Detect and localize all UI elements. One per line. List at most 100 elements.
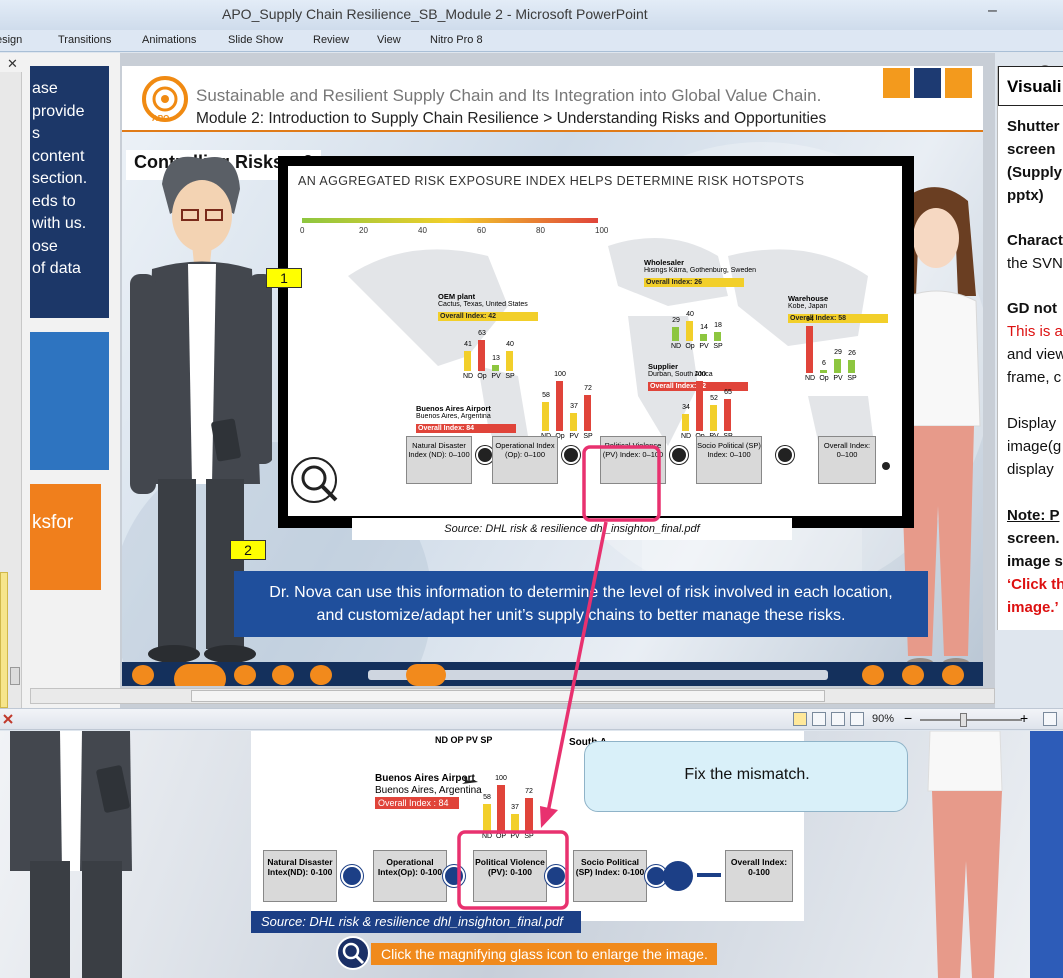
risk-bar-value: 29 <box>672 316 680 324</box>
close-pane-icon[interactable]: ✕ <box>7 56 18 72</box>
callout-text: Fix the mismatch. <box>684 766 810 783</box>
risk-bar-label: PV <box>569 433 579 440</box>
fast-forward-button[interactable] <box>310 665 332 685</box>
tab-animations[interactable]: Animations <box>142 34 196 46</box>
risk-bar-value: 40 <box>686 311 694 318</box>
risk-bar <box>848 360 855 373</box>
scale-tick-label: 80 <box>536 226 545 235</box>
review-comment-callout: Fix the mismatch. <box>584 741 908 812</box>
scrollbar-thumb[interactable] <box>0 572 8 708</box>
replay-button[interactable] <box>132 665 154 685</box>
fit-to-window-icon[interactable] <box>1043 712 1057 726</box>
zoom-slider[interactable] <box>920 719 1022 721</box>
right-edge-panel <box>1030 731 1063 978</box>
horizontal-scrollbar[interactable] <box>30 688 995 704</box>
next-button[interactable] <box>272 665 294 685</box>
note-line: image(g <box>1007 438 1062 455</box>
scale-tick-label: 40 <box>418 226 427 235</box>
zoom-out-button[interactable]: − <box>904 710 912 726</box>
reading-view-icon[interactable] <box>831 712 845 726</box>
risk-bar-value: 100 <box>694 371 706 378</box>
tab-view[interactable]: View <box>377 34 401 46</box>
note-line: pptx) <box>1007 187 1044 204</box>
magnify-glass-button[interactable] <box>336 936 370 970</box>
risk-bar <box>672 326 679 341</box>
zoom-slider-knob[interactable] <box>960 713 967 727</box>
enlarged-source: Source: DHL risk & resilience dhl_insigh… <box>251 911 581 933</box>
risk-bar-value: 58 <box>542 392 550 399</box>
zoom-level[interactable]: 90% <box>872 713 894 725</box>
male-character-lower <box>10 731 132 978</box>
risk-bar-label: PV <box>833 375 843 382</box>
risk-bar <box>682 414 689 431</box>
risk-bar <box>570 412 577 431</box>
tab-slide-show[interactable]: Slide Show <box>228 34 283 46</box>
spelling-check-icon[interactable] <box>2 713 14 725</box>
slide-thumbnail-c[interactable]: ksfor <box>30 484 101 590</box>
slideshow-view-icon[interactable] <box>850 712 864 726</box>
scale-tick-label: 0 <box>300 226 305 235</box>
play-button[interactable] <box>174 664 226 686</box>
slide-sorter-icon[interactable] <box>812 712 826 726</box>
risk-bar <box>556 381 563 431</box>
step-badge-2: 2 <box>230 540 266 560</box>
minimize-button[interactable]: – <box>988 2 997 20</box>
volume-button[interactable] <box>862 665 884 685</box>
risk-bar-value: 65 <box>724 388 732 396</box>
status-bar: 90% − + <box>0 708 1063 730</box>
airplane-icon <box>462 777 478 784</box>
tab-transitions[interactable]: Transitions <box>58 34 111 46</box>
enlarged-connector-icon <box>443 865 465 887</box>
magnifying-glass-icon <box>342 942 365 965</box>
apo-logo-icon <box>152 86 178 112</box>
thumb-line: eds to <box>32 192 76 210</box>
slide-canvas[interactable]: APO Sustainable and Resilient Supply Cha… <box>122 66 983 686</box>
risk-bar <box>806 326 813 373</box>
scrollbar-grip[interactable] <box>10 667 20 685</box>
thumb-line: s <box>32 125 40 142</box>
risk-bar-value: 13 <box>492 354 500 362</box>
player-controls <box>122 662 983 686</box>
risk-bar-value: 94 <box>806 316 814 323</box>
enlarged-bar-label: OP <box>495 833 507 840</box>
location-overall-index: Overall Index: 26 <box>644 278 744 287</box>
window-title: APO_Supply Chain Resilience_SB_Module 2 … <box>222 6 648 22</box>
enlarged-airport-index: Overall Index : 84 <box>375 797 459 809</box>
risk-bar-label: PV <box>699 343 709 350</box>
flow-box: Overall Index: 0–100 <box>818 436 876 484</box>
horizontal-scroll-thumb[interactable] <box>191 690 825 702</box>
magnifier-icon[interactable] <box>288 446 358 516</box>
note-line: (Supply <box>1007 164 1062 181</box>
header-title: Sustainable and Resilient Supply Chain a… <box>196 86 822 105</box>
risk-bar-value: 29 <box>834 348 842 356</box>
risk-bar-value: 40 <box>506 341 514 348</box>
tab-design[interactable]: esign <box>0 34 22 46</box>
slide-thumbnail-a[interactable]: ase provide s content section. eds to wi… <box>30 66 109 318</box>
tab-review[interactable]: Review <box>313 34 349 46</box>
progress-knob[interactable] <box>406 664 446 686</box>
enlarged-bar-value: 72 <box>525 787 533 795</box>
risk-bar-label: SP <box>713 343 723 350</box>
normal-view-icon[interactable] <box>793 712 807 726</box>
enlarged-flow-box: Socio Political (SP) Index: 0-100 <box>573 850 647 902</box>
tab-nitro-pro[interactable]: Nitro Pro 8 <box>430 34 483 46</box>
slide-thumbnail-b[interactable] <box>30 332 109 470</box>
note-line: GD not <box>1007 300 1057 317</box>
flow-box: Political Violence (PV) Index: 0–100 <box>600 436 666 484</box>
notes-pane[interactable]: Visuali Shutter screen (Supply pptx) Charact… <box>997 66 1063 630</box>
note-line: display <box>1007 461 1054 478</box>
infographic-source: Source: DHL risk & resilience dhl_insigh… <box>352 518 792 540</box>
header-square-orange-2 <box>945 68 972 98</box>
header-square-orange <box>883 68 910 98</box>
header-module: Module 2: Introduction to Supply Chain R… <box>196 110 827 127</box>
close-player-button[interactable] <box>942 665 964 685</box>
menu-button[interactable] <box>902 665 924 685</box>
risk-bar-label: ND <box>804 375 816 382</box>
risk-bar <box>710 405 717 431</box>
slides-pane-scrollbar[interactable] <box>0 72 22 708</box>
previous-button[interactable] <box>234 665 256 685</box>
risk-bar <box>584 395 591 431</box>
zoom-in-button[interactable]: + <box>1020 710 1028 726</box>
note-line: Shutter <box>1007 118 1060 135</box>
flow-connector-icon <box>562 446 580 464</box>
